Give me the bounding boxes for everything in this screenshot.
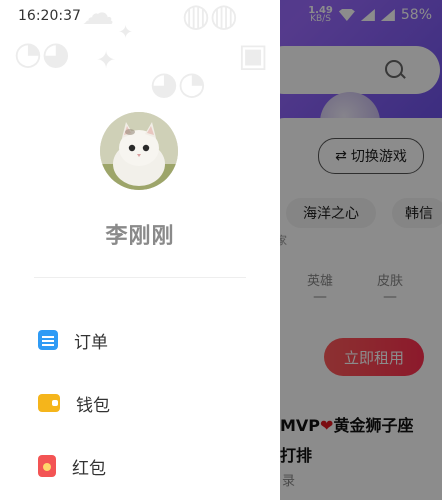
menu-item-wallet-label: 钱包 bbox=[76, 395, 110, 416]
menu-item-red-envelope[interactable]: 红包 bbox=[38, 448, 258, 484]
avatar[interactable] bbox=[100, 112, 178, 190]
user-name: 李刚刚 bbox=[105, 224, 175, 249]
wallet-icon bbox=[38, 394, 60, 412]
gamepad-decoration-icon: ◔◕ bbox=[14, 34, 70, 72]
star-decoration-icon: ✦ bbox=[96, 46, 117, 74]
order-icon bbox=[38, 330, 58, 350]
menu-item-orders-label: 订单 bbox=[74, 332, 108, 353]
menu-item-red-envelope-label: 红包 bbox=[72, 458, 106, 479]
cat-avatar-image bbox=[100, 112, 178, 190]
menu-item-wallet[interactable]: 钱包 bbox=[38, 385, 258, 421]
gamepad-decoration-icon-3: ◕◔ bbox=[150, 64, 206, 102]
sparkle-decoration-icon: ✦ bbox=[118, 22, 134, 43]
menu-item-orders[interactable]: 订单 bbox=[38, 322, 258, 358]
status-time: 16:20:37 bbox=[18, 8, 81, 24]
red-envelope-icon bbox=[38, 455, 56, 477]
navigation-drawer: ◔◕ ☁ ◍◍ ✦ ✦ ◕◔ ▣ 16:20:37 李刚刚 订单 钱包 红包 bbox=[0, 0, 280, 500]
gamepad-decoration-icon-2: ◍◍ bbox=[182, 0, 238, 34]
divider bbox=[34, 277, 246, 278]
console-decoration-icon: ▣ bbox=[238, 36, 269, 74]
cloud-decoration-icon: ☁ bbox=[82, 0, 114, 32]
